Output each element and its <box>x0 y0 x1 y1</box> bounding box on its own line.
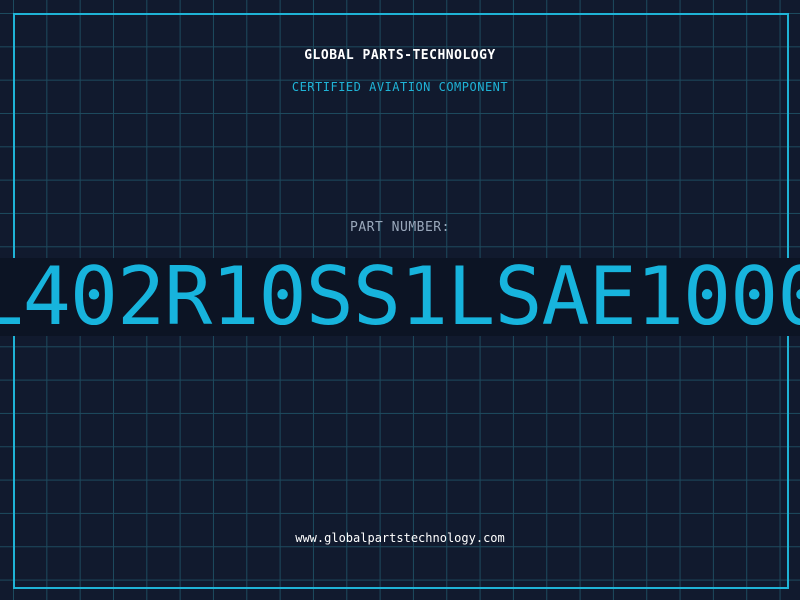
website-url: www.globalpartstechnology.com <box>295 531 505 545</box>
part-number-value: MIL402R10SS1LSAE1000CZ <box>0 258 800 336</box>
part-number-band: MIL402R10SS1LSAE1000CZ <box>0 258 800 336</box>
certification-tagline: CERTIFIED AVIATION COMPONENT <box>291 80 509 94</box>
part-number-label: PART NUMBER: <box>350 220 450 235</box>
company-name: GLOBAL PARTS-TECHNOLOGY <box>304 48 496 63</box>
